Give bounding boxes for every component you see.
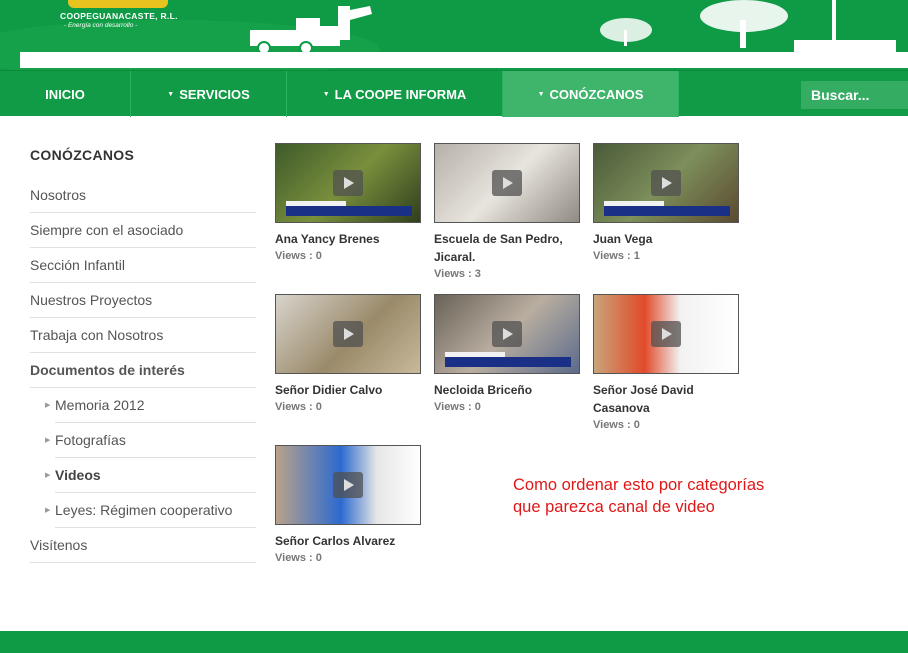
views-count: 0 (315, 401, 322, 413)
play-icon[interactable] (651, 170, 681, 196)
video-thumbnail[interactable] (275, 294, 421, 374)
nav-item-label: SERVICIOS (179, 86, 250, 102)
sidebar-item-nuestros-proyectos[interactable]: Nuestros Proyectos (30, 283, 256, 318)
views-count: 3 (474, 268, 481, 280)
video-title[interactable]: Ana Yancy Brenes (275, 230, 421, 248)
search-input[interactable]: Buscar... (801, 81, 908, 109)
play-icon[interactable] (492, 170, 522, 196)
video-card[interactable]: Juan Vega Views : 1 (593, 143, 739, 264)
video-title[interactable]: Señor José David Casanova (593, 381, 739, 417)
video-card[interactable]: Señor Didier Calvo Views : 0 (275, 294, 421, 415)
sidebar-item-visitenos[interactable]: Visítenos (30, 528, 256, 563)
video-thumbnail[interactable] (275, 143, 421, 223)
caret-right-icon: ▶ (45, 402, 51, 409)
views-label: Views : (275, 401, 313, 413)
logo-mark[interactable] (68, 0, 168, 8)
nav-item-conozcanos[interactable]: ▼ CONÓZCANOS (503, 71, 679, 117)
views-count: 0 (474, 401, 481, 413)
play-icon[interactable] (651, 321, 681, 347)
site-header: COOPEGUANACASTE, R.L. - Energía con desa… (0, 0, 908, 70)
video-views: Views : 0 (275, 248, 421, 264)
video-card[interactable]: Señor José David Casanova Views : 0 (593, 294, 739, 433)
main-nav: INICIO ▼ SERVICIOS ▼ LA COOPE INFORMA ▼ … (0, 70, 908, 117)
sidebar-item-siempre-con-el-asociado[interactable]: Siempre con el asociado (30, 213, 256, 248)
header-white-band (20, 52, 908, 68)
sidebar-subitem-label: Leyes: Régimen cooperativo (55, 502, 233, 518)
video-title[interactable]: Señor Didier Calvo (275, 381, 421, 399)
nav-item-la-coope-informa[interactable]: ▼ LA COOPE INFORMA (287, 71, 503, 117)
video-card[interactable]: Escuela de San Pedro, Jicaral. Views : 3 (434, 143, 580, 282)
nav-item-servicios[interactable]: ▼ SERVICIOS (131, 71, 287, 117)
views-count: 0 (633, 419, 640, 431)
video-thumbnail[interactable] (593, 143, 739, 223)
annotation-note: Como ordenar esto por categorías que par… (513, 474, 764, 518)
sidebar-item-nosotros[interactable]: Nosotros (30, 178, 256, 213)
sidebar-item-seccion-infantil[interactable]: Sección Infantil (30, 248, 256, 283)
annotation-line: que parezca canal de video (513, 498, 715, 516)
lower-third (604, 206, 730, 216)
video-card[interactable]: Señor Carlos Alvarez Views : 0 (275, 445, 421, 566)
sidebar-subitem-memoria-2012[interactable]: ▶ Memoria 2012 (45, 388, 256, 423)
site-footer (0, 631, 908, 653)
sidebar-subitem-videos[interactable]: ▶ Videos (45, 458, 256, 493)
sidebar-subitem-leyes[interactable]: ▶ Leyes: Régimen cooperativo (45, 493, 256, 528)
play-icon[interactable] (492, 321, 522, 347)
video-views: Views : 0 (275, 399, 421, 415)
play-icon[interactable] (333, 170, 363, 196)
sidebar-subitem-label: Videos (55, 467, 101, 483)
video-thumbnail[interactable] (593, 294, 739, 374)
views-label: Views : (593, 250, 631, 262)
video-views: Views : 0 (593, 417, 739, 433)
video-title[interactable]: Juan Vega (593, 230, 739, 248)
nav-item-label: LA COOPE INFORMA (334, 86, 467, 102)
video-views: Views : 0 (434, 399, 580, 415)
views-label: Views : (593, 419, 631, 431)
play-icon[interactable] (333, 472, 363, 498)
lower-third (445, 357, 571, 367)
video-title[interactable]: Señor Carlos Alvarez (275, 532, 421, 550)
truck-illustration (250, 6, 372, 54)
caret-right-icon: ▶ (45, 437, 51, 444)
logo-tagline: - Energía con desarrollo - (64, 22, 138, 29)
video-thumbnail[interactable] (434, 294, 580, 374)
video-views: Views : 3 (434, 266, 580, 282)
caret-down-icon: ▼ (322, 90, 330, 98)
sidebar-subitem-fotografias[interactable]: ▶ Fotografías (45, 423, 256, 458)
nav-item-inicio[interactable]: INICIO (0, 71, 131, 117)
views-label: Views : (275, 250, 313, 262)
annotation-line: Como ordenar esto por categorías (513, 476, 765, 494)
sidebar-subitem-label: Fotografías (55, 432, 126, 448)
caret-right-icon: ▶ (45, 507, 51, 514)
caret-down-icon: ▼ (167, 90, 175, 98)
sidebar-item-trabaja-con-nosotros[interactable]: Trabaja con Nosotros (30, 318, 256, 353)
logo-name[interactable]: COOPEGUANACASTE, R.L. (60, 11, 178, 21)
play-icon[interactable] (333, 321, 363, 347)
video-card[interactable]: Necloida Briceño Views : 0 (434, 294, 580, 415)
video-title[interactable]: Necloida Briceño (434, 381, 580, 399)
caret-right-icon: ▶ (45, 472, 51, 479)
nav-item-label: CONÓZCANOS (549, 86, 644, 102)
trees-illustration (600, 0, 896, 52)
video-thumbnail[interactable] (434, 143, 580, 223)
nav-item-label: INICIO (45, 86, 85, 102)
video-thumbnail[interactable] (275, 445, 421, 525)
lower-third (286, 206, 412, 216)
video-card[interactable]: Ana Yancy Brenes Views : 0 (275, 143, 421, 264)
sidebar-subitem-label: Memoria 2012 (55, 397, 145, 413)
views-label: Views : (434, 401, 472, 413)
views-label: Views : (275, 552, 313, 564)
views-count: 0 (315, 250, 322, 262)
caret-down-icon: ▼ (537, 90, 545, 98)
video-title[interactable]: Escuela de San Pedro, Jicaral. (434, 230, 580, 266)
video-views: Views : 0 (275, 550, 421, 566)
views-label: Views : (434, 268, 472, 280)
views-count: 0 (315, 552, 322, 564)
views-count: 1 (633, 250, 640, 262)
video-views: Views : 1 (593, 248, 739, 264)
sidebar-title: CONÓZCANOS (30, 147, 135, 163)
sidebar-item-documentos-de-interes[interactable]: Documentos de interés (30, 353, 256, 388)
